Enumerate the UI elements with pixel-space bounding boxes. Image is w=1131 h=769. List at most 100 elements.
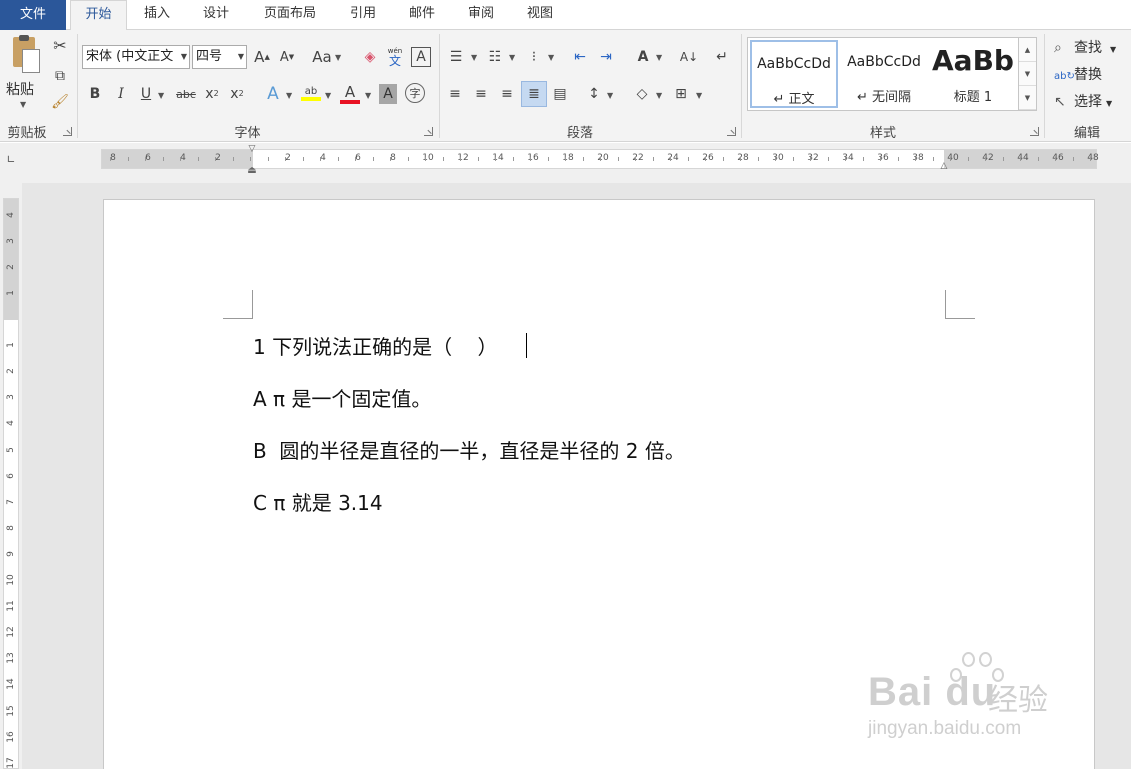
highlight-color-icon[interactable]: ab xyxy=(300,82,322,106)
document-paragraph[interactable]: B 圆的半径是直径的一半，直径是半径的 2 倍。 xyxy=(253,435,685,464)
cut-icon[interactable]: ✂ xyxy=(50,36,70,56)
shading-dropdown-icon[interactable]: ▼ xyxy=(656,91,662,100)
underline-dropdown-icon[interactable]: ▼ xyxy=(158,91,164,100)
tab-references[interactable]: 引用 xyxy=(337,0,389,30)
ruler-tick xyxy=(915,157,916,161)
find-label: 查找 xyxy=(1074,40,1102,56)
borders-icon[interactable]: ⊞ xyxy=(671,84,691,104)
chinese-layout-icon[interactable]: A xyxy=(632,47,654,67)
shading-icon[interactable]: ◇ xyxy=(632,84,652,104)
multilevel-list-dropdown-icon[interactable]: ▼ xyxy=(548,53,554,62)
binoculars-icon: ⌕ xyxy=(1054,40,1062,56)
paste-dropdown-icon[interactable]: ▼ xyxy=(20,100,26,109)
justify-icon[interactable]: ≣ xyxy=(521,81,547,107)
tab-review[interactable]: 审阅 xyxy=(455,0,507,30)
numbering-icon[interactable]: ☷ xyxy=(484,47,506,67)
font-color-dropdown-icon[interactable]: ▼ xyxy=(365,91,371,100)
replace-button[interactable]: ab↻替换 xyxy=(1054,64,1102,84)
ruler-tick xyxy=(757,157,759,161)
select-button[interactable]: ↖ 选择 ▼ xyxy=(1054,91,1112,111)
change-case-dropdown-icon[interactable]: ▼ xyxy=(335,53,341,62)
ruler-tick xyxy=(705,157,706,161)
paragraph-launcher-icon[interactable] xyxy=(727,127,736,136)
line-spacing-icon[interactable]: ↕ xyxy=(584,84,604,104)
align-left-icon[interactable]: ≡ xyxy=(445,84,465,104)
phonetic-guide-icon[interactable]: wén 文 xyxy=(386,46,404,68)
tab-design[interactable]: 设计 xyxy=(190,0,242,30)
font-color-icon[interactable]: A xyxy=(339,82,361,106)
ruler-number: 1 xyxy=(6,290,16,296)
tab-mailings[interactable]: 邮件 xyxy=(396,0,448,30)
sort-icon[interactable]: A↓ xyxy=(679,47,699,67)
ruler-tick xyxy=(197,157,199,161)
scroll-up-icon[interactable]: ▲ xyxy=(1019,38,1036,62)
tab-home[interactable]: 开始 xyxy=(70,0,127,31)
ruler-number: 13 xyxy=(6,652,16,665)
line-spacing-dropdown-icon[interactable]: ▼ xyxy=(607,91,613,100)
ruler-number: 4 xyxy=(6,211,16,218)
character-border-icon[interactable]: A xyxy=(411,47,431,67)
increase-indent-icon[interactable]: ⇥ xyxy=(596,47,616,67)
font-launcher-icon[interactable] xyxy=(424,127,433,136)
borders-dropdown-icon[interactable]: ▼ xyxy=(696,91,702,100)
tab-page-layout[interactable]: 页面布局 xyxy=(250,0,330,30)
distributed-icon[interactable]: ▤ xyxy=(550,84,570,104)
ruler-tick xyxy=(1072,157,1074,161)
ruler-tick xyxy=(1020,157,1021,161)
copy-icon[interactable]: ⧉ xyxy=(50,66,70,86)
character-shading-icon[interactable]: A xyxy=(379,84,397,104)
show-marks-icon[interactable]: ↵ xyxy=(712,47,732,67)
document-paragraph[interactable]: 1 下列说法正确的是（ ） xyxy=(253,331,498,360)
italic-icon[interactable]: I xyxy=(112,84,130,104)
align-center-icon[interactable]: ≡ xyxy=(471,84,491,104)
multilevel-list-icon[interactable]: ⁝ xyxy=(523,47,545,67)
strikethrough-icon[interactable]: abc xyxy=(174,84,198,104)
format-painter-icon[interactable]: 🖌 xyxy=(50,92,70,112)
change-case-button[interactable]: Aa xyxy=(312,47,332,67)
right-indent-marker[interactable]: △ xyxy=(937,161,951,171)
decrease-indent-icon[interactable]: ⇤ xyxy=(570,47,590,67)
bold-icon[interactable]: B xyxy=(86,84,104,104)
shrink-font-icon[interactable]: A ▼ xyxy=(278,47,296,67)
grow-font-icon[interactable]: A ▲ xyxy=(253,47,271,67)
bullets-icon[interactable]: ☰ xyxy=(445,47,467,67)
watermark-url: jingyan.baidu.com xyxy=(868,718,1022,739)
clear-formatting-icon[interactable]: ◈ xyxy=(360,47,380,67)
styles-launcher-icon[interactable] xyxy=(1030,127,1039,136)
text-effects-dropdown-icon[interactable]: ▼ xyxy=(286,91,292,100)
first-line-indent-marker[interactable]: ▽ xyxy=(245,144,259,154)
select-label: 选择 xyxy=(1074,94,1102,110)
clipboard-launcher-icon[interactable] xyxy=(63,127,72,136)
enclose-characters-icon[interactable]: 字 xyxy=(405,83,425,103)
numbering-dropdown-icon[interactable]: ▼ xyxy=(509,53,515,62)
style-heading-1[interactable]: AaBb 标题 1 xyxy=(930,40,1016,108)
vertical-ruler[interactable]: 4 3 2 1 1 2 3 4 5 6 7 8 9 10 11 12 13 14 15 16 17 xyxy=(3,198,19,769)
ruler-number: 17 xyxy=(6,756,16,769)
ruler-number: 22 xyxy=(632,153,644,163)
styles-gallery-scroll[interactable]: ▲ ▼ ▼ xyxy=(1018,38,1036,110)
scroll-down-icon[interactable]: ▼ xyxy=(1019,62,1036,86)
underline-icon[interactable]: U xyxy=(137,84,155,104)
superscript-icon[interactable]: x2 xyxy=(228,84,246,104)
tab-insert[interactable]: 插入 xyxy=(131,0,183,30)
more-styles-icon[interactable]: ▼ xyxy=(1019,86,1036,110)
subscript-icon[interactable]: x2 xyxy=(203,84,221,104)
tab-view[interactable]: 视图 xyxy=(514,0,566,30)
text-effects-icon[interactable]: A xyxy=(263,83,283,105)
find-button[interactable]: ⌕ 查找 ▼ xyxy=(1054,37,1116,57)
style-no-spacing[interactable]: AaBbCcDd ↵ 无间隔 xyxy=(840,40,928,108)
tab-selector-icon[interactable]: ∟ xyxy=(0,150,22,170)
ruler-number: 34 xyxy=(842,153,854,163)
left-indent-marker[interactable]: ⏏ xyxy=(245,164,259,178)
highlight-dropdown-icon[interactable]: ▼ xyxy=(325,91,331,100)
ruler-number: 15 xyxy=(6,704,16,717)
style-normal[interactable]: AaBbCcDd ↵ 正文 xyxy=(750,40,838,108)
align-right-icon[interactable]: ≡ xyxy=(497,84,517,104)
bullets-dropdown-icon[interactable]: ▼ xyxy=(471,53,477,62)
tab-file[interactable]: 文件 xyxy=(0,0,66,30)
document-paragraph[interactable]: C π 就是 3.14 xyxy=(253,487,383,516)
document-paragraph[interactable]: A π 是一个固定值。 xyxy=(253,383,431,412)
chinese-layout-dropdown-icon[interactable]: ▼ xyxy=(656,53,662,62)
font-size-combo[interactable]: 四号 ▼ xyxy=(192,45,247,69)
font-name-combo[interactable]: 宋体 (中文正文 ▼ xyxy=(82,45,190,69)
